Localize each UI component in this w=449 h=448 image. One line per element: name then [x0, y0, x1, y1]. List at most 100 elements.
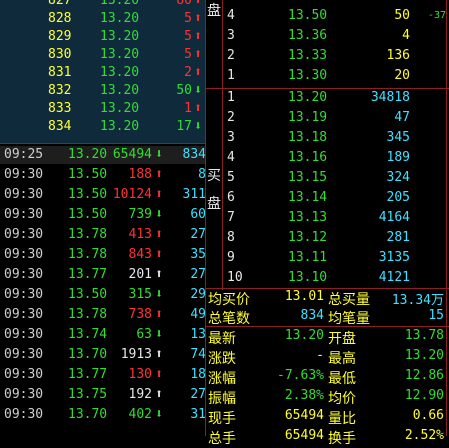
trade-time: 09:30	[4, 327, 44, 342]
trade-row[interactable]: 09:30 13.50 315 ⬇ 29	[0, 286, 205, 304]
up-arrow-icon: ⬆	[155, 167, 163, 182]
trade-time: 09:30	[4, 187, 44, 202]
up-arrow-icon: ⬆	[155, 247, 163, 262]
sell-level-index: 2	[227, 48, 235, 63]
high-price-value: 13.20	[404, 348, 444, 363]
buy-level-volume: 47	[394, 110, 410, 125]
up-arrow-icon: ⬆	[155, 267, 163, 282]
trade-price: 13.70	[68, 407, 108, 422]
trade-price: 13.50	[68, 287, 108, 302]
sell-level-volume: 136	[386, 48, 410, 63]
trade-row[interactable]: 09:30 13.78 738 ⬆ 49	[0, 306, 205, 324]
queue-row: 827 13.20 80 ⬆	[0, 0, 205, 10]
up-arrow-icon: ⬆	[155, 307, 163, 322]
queue-price: 13.20	[100, 119, 140, 134]
trade-price: 13.70	[68, 347, 108, 362]
up-arrow-icon: ⬆	[194, 101, 202, 116]
trade-price: 13.75	[68, 387, 108, 402]
open-price-label: 开盘	[328, 331, 356, 347]
buy-level-volume: 205	[386, 190, 410, 205]
queue-price: 13.20	[100, 29, 140, 44]
trade-row[interactable]: 09:30 13.74 63 ⬇ 13	[0, 326, 205, 344]
queue-row: 829 13.20 5 ⬆	[0, 28, 205, 46]
up-arrow-icon: ⬆	[194, 65, 202, 80]
book-divider-top	[205, 88, 449, 89]
buy-level-price: 13.20	[288, 90, 328, 105]
volume-ratio-label: 量比	[328, 411, 356, 427]
buy-level-index: 4	[227, 150, 235, 165]
sell-level-index: 4	[227, 8, 235, 23]
up-arrow-icon: ⬆	[155, 347, 163, 362]
queue-price: 13.20	[100, 0, 140, 8]
down-arrow-icon: ⬇	[155, 287, 163, 302]
buy-level-volume: 4164	[378, 210, 410, 225]
trade-row[interactable]: 09:30 13.50 188 ⬆ 8	[0, 166, 205, 184]
trade-count: 49	[190, 307, 205, 322]
up-arrow-icon: ⬆	[194, 47, 202, 62]
trade-price: 13.50	[68, 207, 108, 222]
trade-row[interactable]: 09:30 13.70 402 ⬇ 31	[0, 406, 205, 424]
trade-ticks-list[interactable]: 09:25 13.20 65494 ⬇ 834 09:30 13.50 188 ⬆ 8 09:30 1…	[0, 146, 205, 436]
trade-time: 09:30	[4, 227, 44, 242]
low-price-label: 最低	[328, 371, 356, 387]
trade-row[interactable]: 09:30 13.70 1913 ⬆ 74	[0, 346, 205, 364]
trade-time: 09:30	[4, 207, 44, 222]
sell-level-price: 13.30	[288, 68, 328, 83]
queue-seq: 828	[48, 11, 72, 26]
trade-count: 311	[182, 187, 205, 202]
sell-level-price: 13.36	[288, 28, 328, 43]
trade-count: 8	[198, 167, 205, 182]
order-queue-panel: 827 13.20 80 ⬆ 828 13.20 5 ⬆ 829 13.20 5 ⬆ 830 13.20 5…	[0, 0, 206, 144]
queue-volume: 5	[184, 11, 192, 26]
trade-row[interactable]: 09:30 13.77 201 ⬆ 27	[0, 266, 205, 284]
buy-level-price: 13.12	[288, 230, 328, 245]
up-arrow-icon: ⬆	[194, 29, 202, 44]
down-arrow-icon: ⬇	[155, 147, 163, 162]
buy-level-price: 13.10	[288, 270, 328, 285]
sell-level-index: 3	[227, 28, 235, 43]
total-hand-label: 总手	[208, 431, 236, 447]
avg-trade-volume-label: 均笔量	[328, 311, 370, 327]
trade-row[interactable]: 09:30 13.78 413 ⬆ 27	[0, 226, 205, 244]
trade-count: 27	[190, 227, 205, 242]
trade-volume: 739	[128, 207, 152, 222]
high-price-label: 最高	[328, 351, 356, 367]
trade-volume: 63	[136, 327, 152, 342]
trade-price: 13.20	[68, 147, 108, 162]
trade-row[interactable]: 09:30 13.78 843 ⬆ 35	[0, 246, 205, 264]
current-hand-label: 现手	[208, 411, 236, 427]
buy-level-price: 13.18	[288, 130, 328, 145]
change-value: -	[316, 348, 324, 363]
buy-level-index: 7	[227, 210, 235, 225]
trade-row[interactable]: 09:30 13.50 739 ⬇ 60	[0, 206, 205, 224]
buy-level-index: 5	[227, 170, 235, 185]
latest-price-label: 最新	[208, 331, 236, 347]
queue-seq: 827	[48, 0, 72, 8]
buy-level-volume: 189	[386, 150, 410, 165]
trade-row[interactable]: 09:30 13.75 192 ⬆ 27	[0, 386, 205, 404]
buy-level-index: 3	[227, 130, 235, 145]
trade-volume: 130	[128, 367, 152, 382]
trade-volume: 188	[128, 167, 152, 182]
trade-row[interactable]: 09:30 13.77 130 ⬆ 18	[0, 366, 205, 384]
up-arrow-icon: ⬆	[194, 0, 202, 8]
sell-level-volume: 20	[394, 68, 410, 83]
sell-side-label: 盘	[207, 3, 221, 19]
queue-volume: 17	[176, 119, 192, 134]
sell-level-price: 13.33	[288, 48, 328, 63]
queue-volume: 2	[184, 65, 192, 80]
queue-volume: 5	[184, 47, 192, 62]
buy-level-index: 1	[227, 90, 235, 105]
buy-level-index: 2	[227, 110, 235, 125]
trade-volume: 192	[128, 387, 152, 402]
trade-row[interactable]: 09:30 13.50 10124 ⬆ 311	[0, 186, 205, 204]
trade-time: 09:30	[4, 247, 44, 262]
buy-level-price: 13.14	[288, 190, 328, 205]
turnover-label: 换手	[328, 431, 356, 447]
trade-price: 13.74	[68, 327, 108, 342]
avg-price-label: 均价	[328, 391, 356, 407]
trade-row[interactable]: 09:25 13.20 65494 ⬇ 834	[0, 146, 205, 164]
avg-trade-volume-value: 15	[428, 308, 444, 323]
buy-level-price: 13.19	[288, 110, 328, 125]
trade-count: 27	[190, 387, 205, 402]
